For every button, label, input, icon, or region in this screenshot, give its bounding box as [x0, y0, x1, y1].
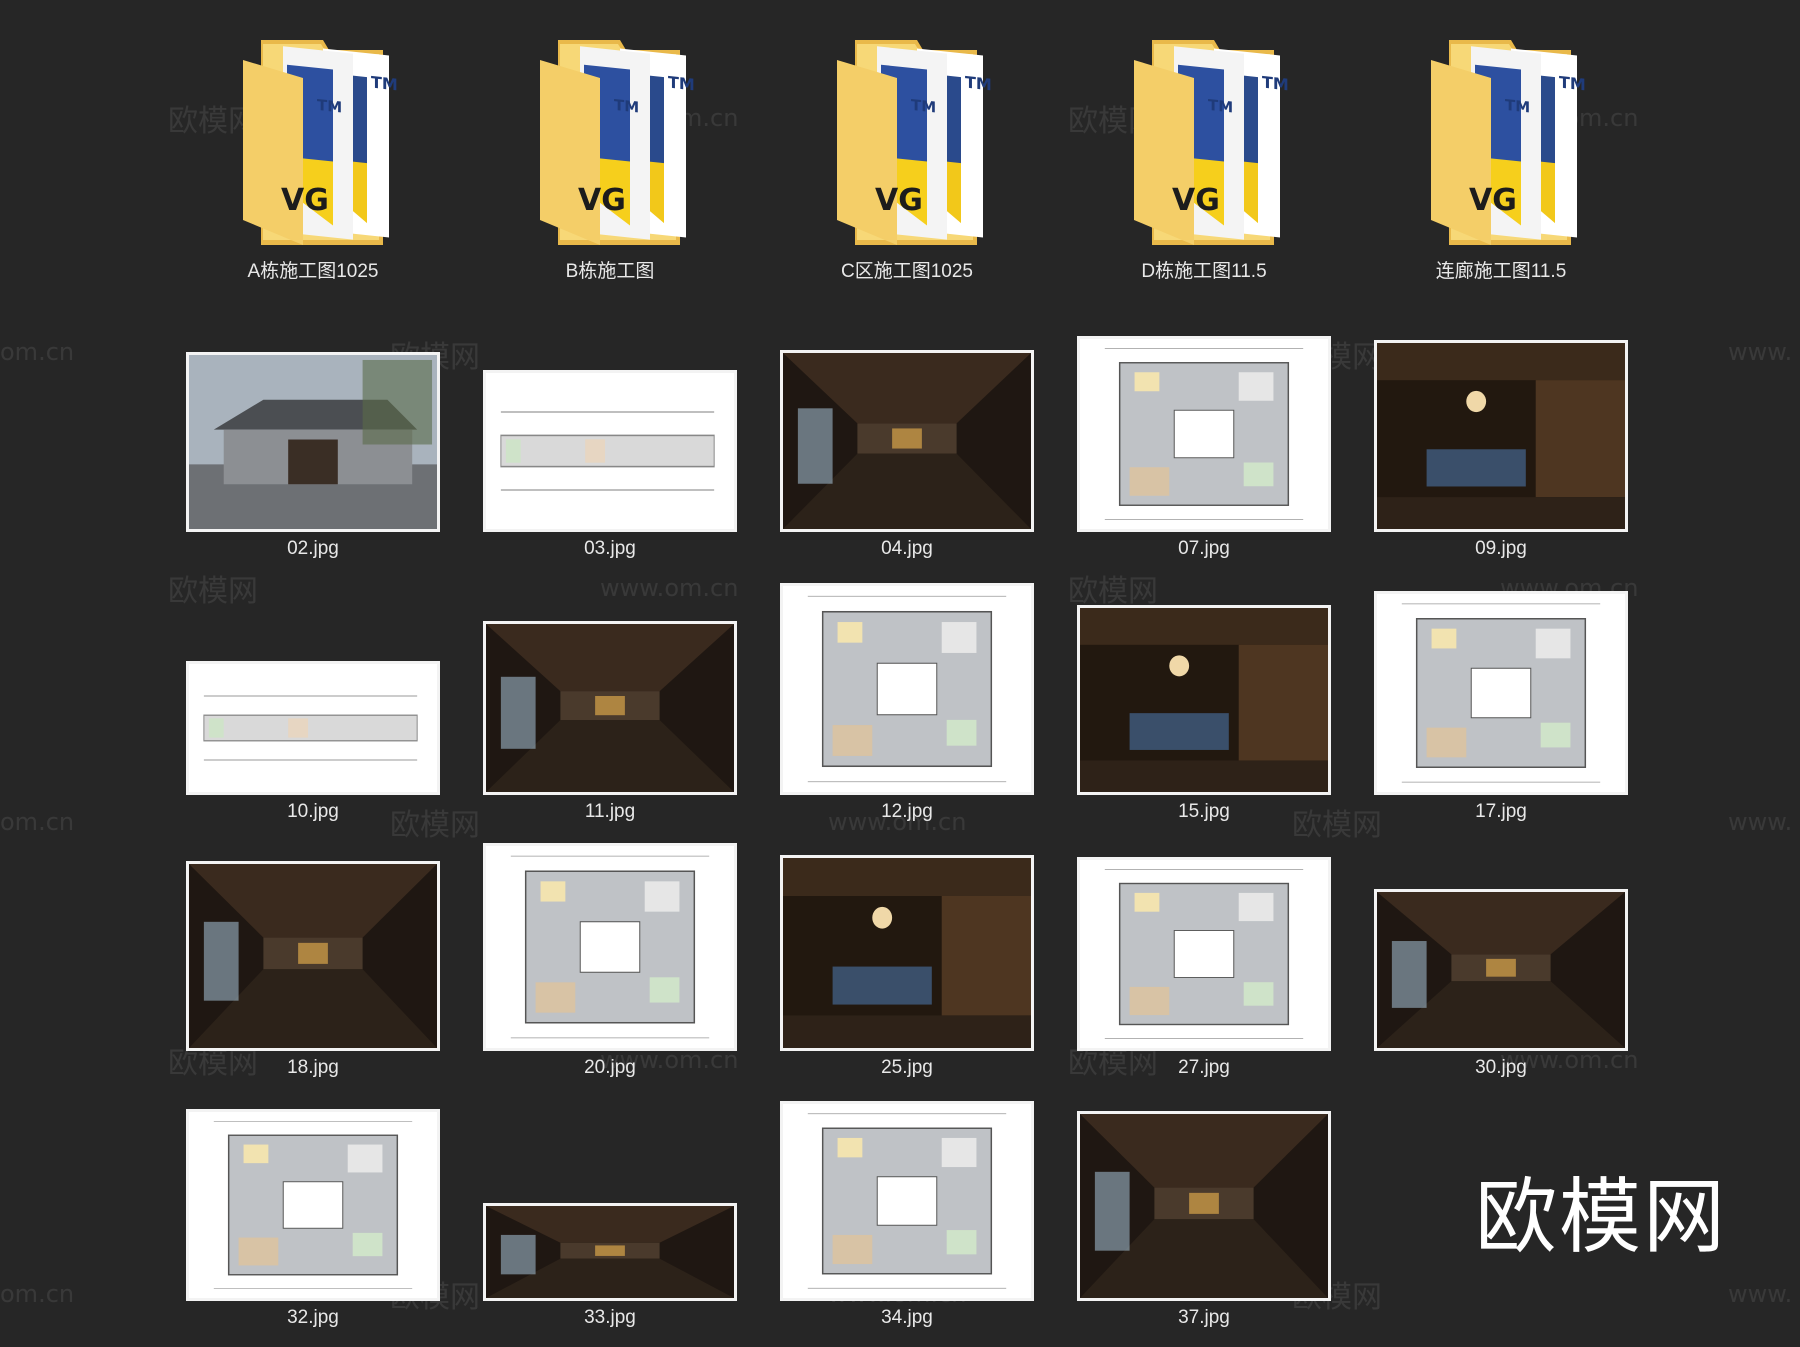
folder-name: 连廊施工图11.5: [1435, 261, 1567, 282]
folder-name: C区施工图1025: [841, 261, 973, 282]
file-name: 18.jpg: [287, 1057, 339, 1078]
file-item[interactable]: 32.jpg: [186, 1091, 440, 1331]
folder-icon: TM TM VG: [1411, 20, 1591, 250]
file-name: 25.jpg: [881, 1057, 933, 1078]
image-thumbnail: [780, 350, 1034, 532]
folder-item[interactable]: TM TM VG B栋施工图: [483, 40, 737, 282]
image-thumbnail: [1077, 857, 1331, 1051]
file-item[interactable]: 04.jpg: [780, 322, 1034, 562]
file-item[interactable]: 12.jpg: [780, 583, 1034, 825]
image-thumbnail: [780, 583, 1034, 795]
file-item[interactable]: 34.jpg: [780, 1091, 1034, 1331]
svg-text:TM: TM: [371, 73, 398, 95]
file-item[interactable]: 25.jpg: [780, 841, 1034, 1081]
file-name: 32.jpg: [287, 1307, 339, 1328]
file-item[interactable]: 10.jpg: [186, 585, 440, 825]
file-name: 11.jpg: [584, 801, 636, 822]
svg-text:TM: TM: [911, 96, 936, 117]
svg-text:VG: VG: [578, 183, 626, 218]
watermark-url-prefix: www.: [1728, 338, 1793, 366]
watermark-url-fragment: om.cn: [0, 808, 75, 836]
file-name: 37.jpg: [1178, 1307, 1230, 1328]
folder-name: D栋施工图11.5: [1141, 261, 1267, 282]
file-item[interactable]: 37.jpg: [1077, 1091, 1331, 1331]
image-thumbnail: [780, 1101, 1034, 1301]
file-item[interactable]: 15.jpg: [1077, 585, 1331, 825]
file-name: 33.jpg: [584, 1307, 636, 1328]
file-item[interactable]: 27.jpg: [1077, 841, 1331, 1081]
brand-logo: 欧模网: [1475, 1170, 1728, 1265]
file-name: 34.jpg: [881, 1307, 933, 1328]
svg-text:TM: TM: [1262, 73, 1289, 95]
watermark-url-prefix: www.: [1728, 808, 1793, 836]
file-name: 20.jpg: [584, 1057, 636, 1078]
file-item[interactable]: 11.jpg: [483, 585, 737, 825]
image-thumbnail: [186, 352, 440, 532]
watermark-url-prefix: www.: [1728, 1280, 1793, 1308]
svg-text:VG: VG: [1172, 183, 1220, 218]
svg-text:TM: TM: [614, 96, 639, 117]
svg-text:VG: VG: [875, 183, 923, 218]
image-thumbnail: [483, 621, 737, 795]
image-thumbnail: [1374, 889, 1628, 1051]
image-thumbnail: [186, 1109, 440, 1301]
file-name: 04.jpg: [881, 538, 933, 559]
file-item[interactable]: 07.jpg: [1077, 322, 1331, 562]
file-item[interactable]: 17.jpg: [1374, 585, 1628, 825]
folder-icon: TM TM VG: [817, 20, 997, 250]
folder-name: A栋施工图1025: [247, 261, 379, 282]
file-name: 02.jpg: [287, 538, 339, 559]
svg-text:TM: TM: [965, 73, 992, 95]
svg-text:TM: TM: [1208, 96, 1233, 117]
folder-item[interactable]: TM TM VG 连廊施工图11.5: [1374, 40, 1628, 282]
image-thumbnail: [780, 855, 1034, 1051]
folder-name: B栋施工图: [565, 261, 655, 282]
folder-item[interactable]: TM TM VG D栋施工图11.5: [1077, 40, 1331, 282]
file-name: 15.jpg: [1178, 801, 1230, 822]
file-name: 03.jpg: [584, 538, 636, 559]
file-item[interactable]: 02.jpg: [186, 322, 440, 562]
svg-text:TM: TM: [1505, 96, 1530, 117]
folder-item[interactable]: TM TM VG C区施工图1025: [780, 40, 1034, 282]
svg-text:VG: VG: [1469, 183, 1517, 218]
folder-icon: TM TM VG: [520, 20, 700, 250]
svg-text:TM: TM: [668, 73, 695, 95]
svg-text:VG: VG: [281, 183, 329, 218]
file-name: 09.jpg: [1475, 538, 1527, 559]
image-thumbnail: [483, 1203, 737, 1301]
folder-item[interactable]: TM TM VG A栋施工图1025: [186, 40, 440, 282]
file-item[interactable]: 03.jpg: [483, 322, 737, 562]
watermark-url-fragment: om.cn: [0, 1280, 75, 1308]
file-name: 17.jpg: [1475, 801, 1527, 822]
file-item[interactable]: 30.jpg: [1374, 841, 1628, 1081]
file-name: 07.jpg: [1178, 538, 1230, 559]
image-thumbnail: [1374, 340, 1628, 532]
file-name: 10.jpg: [287, 801, 339, 822]
image-thumbnail: [186, 861, 440, 1051]
folder-icon: TM TM VG: [1114, 20, 1294, 250]
image-thumbnail: [483, 843, 737, 1051]
image-thumbnail: [483, 370, 737, 532]
image-thumbnail: [1077, 605, 1331, 795]
file-item[interactable]: 20.jpg: [483, 841, 737, 1081]
file-item[interactable]: 33.jpg: [483, 1091, 737, 1331]
image-thumbnail: [186, 661, 440, 795]
image-thumbnail: [1077, 336, 1331, 532]
image-thumbnail: [1077, 1111, 1331, 1301]
file-name: 12.jpg: [881, 801, 933, 822]
svg-text:TM: TM: [1559, 73, 1586, 95]
folder-icon: TM TM VG: [223, 20, 403, 250]
file-name: 30.jpg: [1475, 1057, 1527, 1078]
file-item[interactable]: 09.jpg: [1374, 322, 1628, 562]
image-thumbnail: [1374, 591, 1628, 795]
svg-text:TM: TM: [317, 96, 342, 117]
file-name: 27.jpg: [1178, 1057, 1230, 1078]
watermark-url-fragment: om.cn: [0, 338, 75, 366]
file-item[interactable]: 18.jpg: [186, 841, 440, 1081]
